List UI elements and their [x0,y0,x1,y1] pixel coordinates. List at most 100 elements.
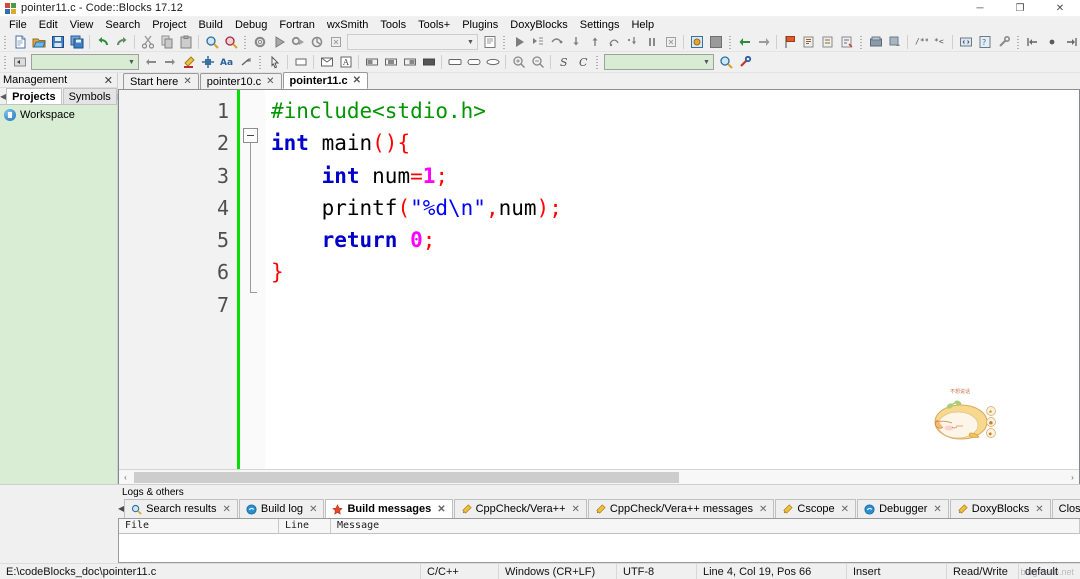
toolbar-grip[interactable] [2,54,8,70]
nav-forward-icon[interactable] [161,54,178,71]
sidebar-tab-projects[interactable]: Projects [6,88,62,104]
minimize-button[interactable]: ─ [960,0,1000,17]
zoom-out-icon[interactable] [529,54,546,71]
code-folding-margin[interactable] [237,90,265,469]
symbols-browser-icon[interactable] [481,34,498,51]
doc-tag-icon[interactable] [838,34,855,51]
menu-settings[interactable]: Settings [574,17,626,33]
frame-icon[interactable]: A [337,54,354,71]
toolbar-grip[interactable] [594,54,600,70]
expand-icon[interactable] [420,54,437,71]
projects-tree[interactable]: Workspace [0,104,117,484]
debug-step-into-instruction-icon[interactable] [624,34,641,51]
align-left-icon[interactable] [363,54,380,71]
code-completion-scope-combo[interactable]: ▼ [31,54,139,70]
menu-view[interactable]: View [64,17,100,33]
close-icon[interactable]: ✕ [759,504,767,515]
dialog-icon[interactable] [318,54,335,71]
debug-step-out-icon[interactable] [586,34,603,51]
editor-tab-start-here[interactable]: Start here ✕ [123,73,199,89]
sample-c-icon[interactable]: C [574,54,591,71]
menu-file[interactable]: File [3,17,33,33]
flex-grid-sizer-icon[interactable] [484,54,501,71]
editor-tab-pointer10[interactable]: pointer10.c ✕ [199,73,282,89]
toolbar-grip[interactable] [242,34,248,50]
run-doxywizard-icon[interactable] [867,34,884,51]
sidebar-tab-symbols[interactable]: Symbols [62,88,117,104]
abbreviations-icon[interactable]: Aa [218,54,235,71]
debug-break-icon[interactable] [643,34,660,51]
table-body[interactable] [119,534,1080,562]
extract-docs-icon[interactable] [886,34,903,51]
editor-tab-pointer11[interactable]: pointer11.c ✕ [282,72,368,89]
close-icon[interactable]: ✕ [222,504,230,515]
align-right-icon[interactable] [401,54,418,71]
menu-debug[interactable]: Debug [229,17,273,33]
panel-icon[interactable] [292,54,309,71]
close-icon[interactable]: ✕ [437,504,445,515]
log-tab-build-log[interactable]: Build log ✕ [238,499,325,518]
back-icon[interactable] [736,34,753,51]
debug-step-into-icon[interactable] [567,34,584,51]
scroll-track[interactable] [132,470,1066,484]
build-messages-table[interactable]: File Line Message [118,518,1080,563]
code-text[interactable]: #include<stdio.h> int main(){ int num=1; … [265,90,1079,469]
log-tab-cppcheck-vera-messages[interactable]: CppCheck/Vera++ messages ✕ [587,499,775,518]
cut-icon[interactable] [139,34,156,51]
close-icon[interactable]: ✕ [1035,504,1043,515]
menu-plugins[interactable]: Plugins [456,17,504,33]
scroll-left-icon[interactable]: ‹ [119,473,132,482]
close-icon[interactable]: ✕ [266,76,274,87]
doc-line-icon[interactable] [819,34,836,51]
menu-tools[interactable]: Tools [374,17,412,33]
close-icon[interactable]: ✕ [104,74,113,87]
comment-stream-icon[interactable]: /** [912,34,929,51]
menu-help[interactable]: Help [625,17,660,33]
new-file-icon[interactable] [11,34,28,51]
column-header-message[interactable]: Message [331,519,1080,533]
editor-horizontal-scrollbar[interactable]: ‹ › [119,469,1079,484]
class-browser-icon[interactable] [199,54,216,71]
goto-declaration-icon[interactable] [11,54,28,71]
debug-next-instruction-icon[interactable] [605,34,622,51]
log-tab-closed-files[interactable]: Closed files [1051,499,1080,518]
chm-icon[interactable]: ? [976,34,993,51]
log-tab-doxyblocks[interactable]: DoxyBlocks ✕ [949,499,1051,518]
open-file-icon[interactable] [30,34,47,51]
build-and-run-icon[interactable] [289,34,306,51]
column-header-line[interactable]: Line [279,519,331,533]
toolbar-grip[interactable] [1015,34,1021,50]
scroll-right-icon[interactable]: › [1066,473,1079,482]
column-header-file[interactable]: File [119,519,279,533]
abort-icon[interactable] [327,34,344,51]
goto-implementation-icon[interactable] [237,54,254,71]
debug-stop-icon[interactable] [662,34,679,51]
close-button[interactable]: ✕ [1040,0,1080,17]
menu-search[interactable]: Search [99,17,146,33]
toolbar-grip[interactable] [858,34,864,50]
chevron-down-icon[interactable]: ▼ [125,55,138,69]
forward-icon[interactable] [755,34,772,51]
comment-line-icon[interactable]: *< [931,34,948,51]
debugging-windows-icon[interactable] [688,34,705,51]
tree-item-workspace[interactable]: Workspace [4,109,117,121]
toolbar-grip[interactable] [501,34,507,50]
highlight-icon[interactable] [180,54,197,71]
debug-run-to-cursor-icon[interactable] [529,34,546,51]
close-icon[interactable]: ✕ [841,504,849,515]
various-info-icon[interactable] [707,34,724,51]
nav-back-icon[interactable] [142,54,159,71]
copy-icon[interactable] [158,34,175,51]
source-editor[interactable]: 1 2 3 4 5 6 7 #include<stdio.h> int main(… [119,90,1079,469]
log-tab-debugger[interactable]: Debugger ✕ [857,499,949,518]
log-tab-build-messages[interactable]: Build messages ✕ [325,499,453,518]
build-icon[interactable] [251,34,268,51]
settings-wrench-icon[interactable] [736,54,753,71]
wrench-icon[interactable] [995,34,1012,51]
doc-block-icon[interactable] [781,34,798,51]
align-center-icon[interactable] [382,54,399,71]
log-tab-cppcheck-vera[interactable]: CppCheck/Vera++ ✕ [453,499,587,518]
menu-tools-plus[interactable]: Tools+ [412,17,456,33]
rebuild-icon[interactable] [308,34,325,51]
menu-edit[interactable]: Edit [33,17,64,33]
